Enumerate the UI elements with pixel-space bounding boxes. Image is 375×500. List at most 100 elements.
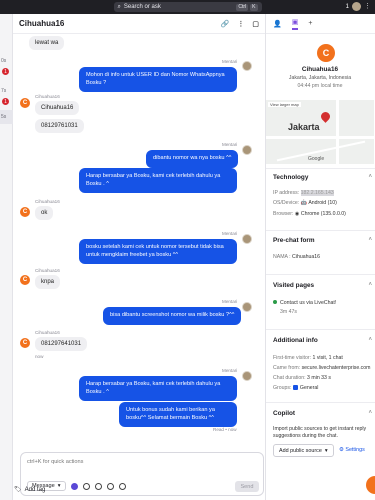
agent-avatar <box>242 302 252 312</box>
agent-avatar <box>242 61 252 71</box>
tag-icon: 🏷 <box>14 487 22 493</box>
message-composer[interactable]: ctrl+K for quick actions Message ▾ Send <box>20 452 264 496</box>
chat-header: Cihuahua16 🔗 ⋮ ▢ <box>13 14 265 34</box>
message-author: Cihuahua16 <box>35 199 60 204</box>
emoji-icon[interactable] <box>82 482 90 490</box>
location-map[interactable]: View larger map Jakarta Google <box>266 100 374 164</box>
message-bubble-out: dibantu nomor wa nya bosku ^^ <box>146 150 239 168</box>
customer-avatar: C <box>20 98 30 108</box>
chevron-up-icon[interactable]: ˄ <box>368 282 372 288</box>
message-bubble-out: Mohon di info untuk USER ID dan Nomor Wh… <box>79 67 237 93</box>
map-pin-icon <box>319 110 332 123</box>
message-bubble-in: 08129761031 <box>35 119 84 133</box>
chevron-up-icon[interactable]: ˄ <box>368 337 372 343</box>
message-bubble-in: Cihuahua16 <box>35 101 80 115</box>
customer-avatar: C <box>20 275 30 285</box>
add-public-source-button[interactable]: Add public source ▾ <box>273 444 334 457</box>
global-search[interactable]: ⌕ Search or ask Ctrl K <box>113 2 262 12</box>
more-icon[interactable]: ⋮ <box>364 2 371 11</box>
top-right-controls: 1 ⋮ <box>346 2 371 11</box>
link-icon[interactable]: 🔗 <box>221 20 230 28</box>
details-tabs: 👤 ▣ + <box>266 14 375 34</box>
message-bubble-in: lewat wa <box>29 36 65 50</box>
unread-badge: 1 <box>2 68 9 75</box>
copilot-settings-link[interactable]: ⚙ Settings <box>339 447 365 453</box>
visited-pages-title[interactable]: Visited pages <box>273 282 314 289</box>
chevron-down-icon: ▾ <box>324 447 328 454</box>
agent-avatar <box>242 234 252 244</box>
additional-info-title[interactable]: Additional info <box>273 337 318 344</box>
copilot-section-title[interactable]: Copilot <box>273 410 295 417</box>
agent-avatar <box>242 145 252 155</box>
tab-customer[interactable]: 👤 <box>273 20 282 28</box>
customer-local-time: 04:44 pm local time <box>297 83 343 89</box>
gif-icon[interactable] <box>106 482 114 490</box>
details-panel: 👤 ▣ + C Cihuahua16 Jakarta, Jakarta, Ind… <box>265 14 375 500</box>
send-button[interactable]: Send <box>235 481 259 492</box>
message-bubble-in: ok <box>35 206 54 220</box>
chat-list-time[interactable]: 7s <box>0 88 13 94</box>
browser-value: Chrome (135.0.0.0) <box>300 211 346 217</box>
top-bar: ⌕ Search or ask Ctrl K 1 ⋮ <box>0 0 375 14</box>
message-author: Mentari <box>222 368 238 373</box>
read-receipt: Read • now <box>213 427 237 432</box>
view-larger-map-link[interactable]: View larger map <box>268 102 301 107</box>
attachment-icon[interactable] <box>94 482 102 490</box>
copilot-description: Import public sources to get instant rep… <box>273 426 367 439</box>
search-placeholder: Search or ask <box>123 4 161 10</box>
message-author: Cihuahua16 <box>35 94 60 99</box>
group-icon <box>292 385 298 391</box>
ai-assist-icon[interactable] <box>70 482 78 490</box>
sidebar-toggle-icon[interactable]: ▢ <box>252 20 259 28</box>
message-bubble-out: bisa dibantu screenshot nomor wa milik b… <box>103 307 242 325</box>
message-author: Mentari <box>222 299 238 304</box>
message-author: Cihuahua16 <box>35 330 60 335</box>
chrome-icon: ◉ <box>294 211 300 217</box>
map-attribution: Google <box>308 156 325 162</box>
message-author: Mentari <box>222 142 238 147</box>
message-bubble-out: bosku setelah kami cek untuk nomor terse… <box>79 239 237 265</box>
visited-page-link[interactable]: Contact us via LiveChat! <box>280 300 336 306</box>
message-author: Mentari <box>222 59 238 64</box>
message-bubble-out: Untuk bonus sudah kami berikan ya bosku^… <box>119 402 237 428</box>
map-city-label: Jakarta <box>288 122 320 132</box>
chat-list-time[interactable]: 0s <box>0 58 13 64</box>
message-bubble-out: Harap bersabar ya Bosku, kami cek terleb… <box>79 376 237 402</box>
snippet-icon[interactable] <box>118 482 126 490</box>
chevron-down-icon: ▾ <box>57 483 61 489</box>
customer-location: Jakarta, Jakarta, Indonesia <box>288 75 352 81</box>
composer-placeholder: ctrl+K for quick actions <box>27 459 84 465</box>
chevron-up-icon[interactable]: ˄ <box>368 174 372 180</box>
visit-duration: 3m 47s <box>280 309 298 315</box>
tab-integrations[interactable]: ▣ <box>291 18 299 30</box>
add-tag-button[interactable]: 🏷 Add tag <box>14 486 45 494</box>
more-icon[interactable]: ⋮ <box>237 20 244 28</box>
message-author: Cihuahua16 <box>35 268 60 273</box>
unread-badge: 1 <box>2 98 9 105</box>
prechat-section-title[interactable]: Pre-chat form <box>273 237 315 244</box>
message-bubble-in: knpa <box>35 275 61 289</box>
chevron-up-icon[interactable]: ˄ <box>368 410 372 416</box>
message-author: Mentari <box>222 231 238 236</box>
online-dot <box>273 300 277 304</box>
customer-avatar: C <box>317 44 335 62</box>
user-avatar[interactable] <box>352 2 361 11</box>
search-icon: ⌕ <box>117 3 121 10</box>
shortcut-hint: Ctrl K <box>236 3 258 11</box>
agent-avatar <box>242 371 252 381</box>
notification-count[interactable]: 1 <box>346 4 349 10</box>
chat-title: Cihuahua16 <box>19 19 65 28</box>
android-icon: 🤖 <box>300 200 308 206</box>
prechat-name: Cihuahua16 <box>292 254 321 260</box>
chat-panel: Cihuahua16 🔗 ⋮ ▢ lewat wa Mentari Mohon … <box>13 14 265 500</box>
message-time: now <box>35 354 44 359</box>
customer-name: Cihuahua16 <box>301 66 339 73</box>
ip-address: 182.2.165.143 <box>300 190 334 196</box>
customer-avatar: C <box>20 207 30 217</box>
message-bubble-in: 081297641031 <box>35 337 88 351</box>
message-bubble-out: Harap bersabar ya Bosku, kami cek terleb… <box>79 168 237 194</box>
chevron-up-icon[interactable]: ˄ <box>368 237 372 243</box>
tab-add[interactable]: + <box>308 20 312 27</box>
chat-list-time[interactable]: 5s <box>0 114 13 120</box>
technology-section-title[interactable]: Technology <box>273 174 308 181</box>
